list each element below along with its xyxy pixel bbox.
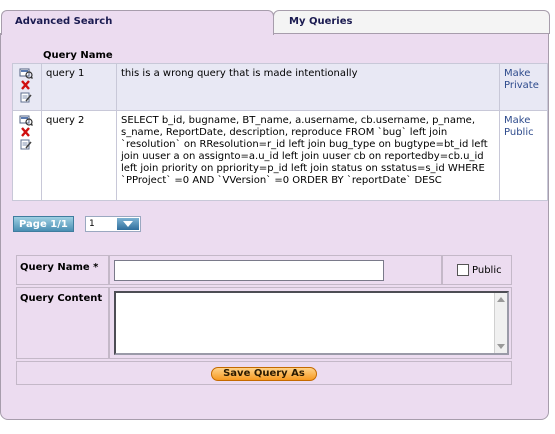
chevron-down-icon[interactable] (117, 218, 139, 230)
make-public-link[interactable]: Make Public (500, 111, 549, 200)
view-icon[interactable] (19, 115, 33, 126)
public-cell: Public (442, 255, 512, 285)
query-row: query 1 this is a wrong query that is ma… (12, 63, 548, 111)
tab-my-queries[interactable]: My Queries (273, 10, 550, 34)
delete-icon[interactable] (19, 127, 33, 138)
scroll-up-icon[interactable] (497, 297, 505, 302)
query-name-header: Query Name (43, 50, 113, 61)
scrollbar[interactable] (494, 293, 507, 353)
query-content-label: Query Content (20, 293, 103, 304)
query-content-label-cell: Query Content (16, 287, 109, 359)
view-icon[interactable] (19, 68, 33, 79)
edit-icon[interactable] (19, 92, 33, 103)
tab-advanced-search[interactable]: Advanced Search (1, 10, 274, 35)
query-name-input[interactable] (114, 260, 384, 281)
query-name: query 2 (42, 111, 117, 200)
make-private-link[interactable]: Make Private (500, 64, 549, 110)
query-name-input-cell (109, 255, 442, 285)
query-name-label: Query Name * (20, 262, 99, 273)
query-content: SELECT b_id, bugname, BT_name, a.usernam… (117, 111, 500, 200)
scroll-down-icon[interactable] (497, 344, 505, 349)
edit-icon[interactable] (19, 139, 33, 150)
save-query-as-button[interactable]: Save Query As (211, 367, 317, 381)
query-content-input-cell (109, 287, 512, 359)
tab-bar: Advanced Search My Queries (0, 0, 555, 35)
row-actions (13, 64, 42, 110)
row-actions (13, 111, 42, 200)
my-queries-panel: Query Name query 1 this is a wrong query… (0, 33, 549, 420)
delete-icon[interactable] (19, 80, 33, 91)
query-content-input[interactable] (114, 291, 509, 355)
query-row: query 2 SELECT b_id, bugname, BT_name, a… (12, 111, 548, 201)
public-checkbox[interactable] (457, 264, 469, 276)
page-indicator: Page 1/1 (13, 216, 74, 232)
query-name-label-cell: Query Name * (16, 255, 109, 285)
query-content: this is a wrong query that is made inten… (117, 64, 500, 110)
query-name: query 1 (42, 64, 117, 110)
public-label: Public (472, 265, 502, 276)
page-select-value: 1 (89, 219, 95, 229)
pager: Page 1/1 1 (12, 215, 548, 233)
page-select[interactable]: 1 (85, 216, 141, 232)
